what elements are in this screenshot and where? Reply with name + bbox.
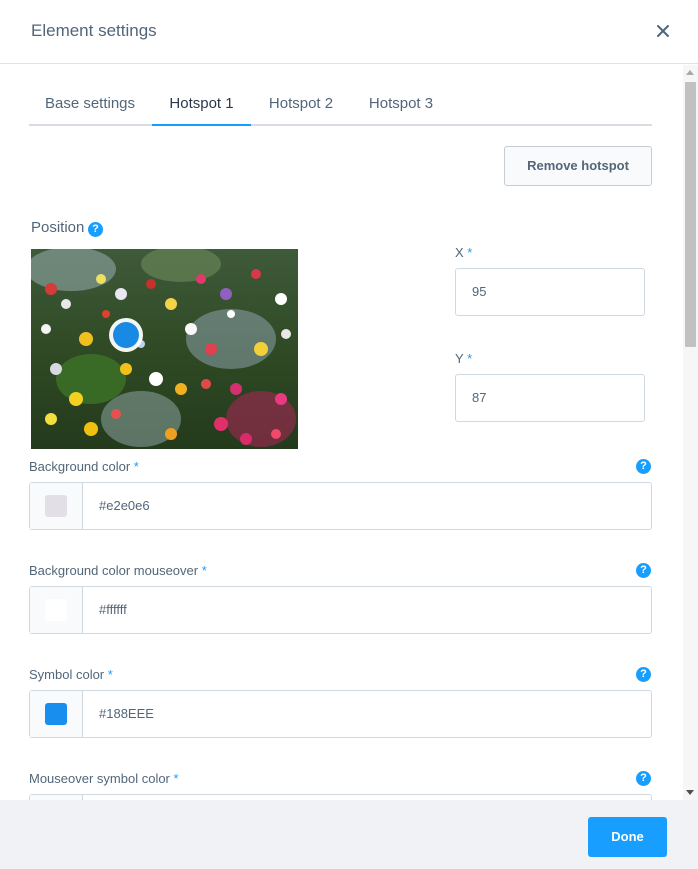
background-color-value[interactable]: #e2e0e6 <box>99 483 150 529</box>
mouseover-symbol-color-label: Mouseover symbol color * <box>29 771 179 786</box>
x-input[interactable]: 95 <box>455 268 645 316</box>
hotspot-marker-dot <box>113 322 139 348</box>
background-color-mouseover-value[interactable]: #ffffff <box>99 587 127 633</box>
close-icon[interactable] <box>652 20 674 42</box>
y-label-text: Y <box>455 351 464 366</box>
color-picker-trigger[interactable] <box>30 483 83 529</box>
required-mark: * <box>467 351 473 366</box>
symbol-color-value[interactable]: #188EEE <box>99 691 154 737</box>
tab-hotspot-1[interactable]: Hotspot 1 <box>152 80 251 126</box>
color-picker-trigger[interactable] <box>30 691 83 737</box>
modal-body: Base settings Hotspot 1 Hotspot 2 Hotspo… <box>0 65 683 800</box>
mouseover-symbol-color-label-text: Mouseover symbol color <box>29 771 170 786</box>
hotspot-marker[interactable] <box>109 318 143 352</box>
scroll-down-icon[interactable] <box>686 790 694 795</box>
color-picker-trigger[interactable] <box>30 587 83 633</box>
background-color-swatch <box>45 495 67 517</box>
hotspot-image[interactable] <box>31 249 298 449</box>
tab-hotspot-2[interactable]: Hotspot 2 <box>251 80 351 126</box>
position-label: Position <box>31 219 85 236</box>
modal-footer: Done <box>0 800 698 869</box>
position-help-icon[interactable]: ? <box>88 222 103 237</box>
background-color-mouseover-help-icon[interactable]: ? <box>636 563 651 578</box>
modal-header: Element settings <box>0 0 698 64</box>
done-button[interactable]: Done <box>588 817 667 857</box>
mouseover-symbol-color-help-icon[interactable]: ? <box>636 771 651 786</box>
flower-bed-image <box>31 249 298 449</box>
background-color-mouseover-field[interactable]: #ffffff <box>29 586 652 634</box>
required-mark: * <box>107 667 113 682</box>
required-mark: * <box>467 245 473 260</box>
scrollbar[interactable] <box>683 65 698 800</box>
background-color-field[interactable]: #e2e0e6 <box>29 482 652 530</box>
modal-title: Element settings <box>31 21 157 40</box>
tab-base-settings[interactable]: Base settings <box>29 80 151 126</box>
background-color-mouseover-swatch <box>45 599 67 621</box>
symbol-color-field[interactable]: #188EEE <box>29 690 652 738</box>
background-color-label-text: Background color <box>29 459 131 474</box>
scrollbar-thumb[interactable] <box>685 82 696 347</box>
y-label: Y * <box>455 351 472 366</box>
tab-hotspot-3[interactable]: Hotspot 3 <box>351 80 451 126</box>
background-color-label: Background color * <box>29 459 139 474</box>
required-mark: * <box>173 771 179 786</box>
remove-hotspot-button[interactable]: Remove hotspot <box>504 146 652 186</box>
symbol-color-label: Symbol color * <box>29 667 113 682</box>
tab-bar: Base settings Hotspot 1 Hotspot 2 Hotspo… <box>29 80 652 126</box>
background-color-mouseover-label: Background color mouseover * <box>29 563 207 578</box>
symbol-color-swatch <box>45 703 67 725</box>
background-color-help-icon[interactable]: ? <box>636 459 651 474</box>
background-color-mouseover-label-text: Background color mouseover <box>29 563 199 578</box>
required-mark: * <box>201 563 207 578</box>
scroll-up-icon[interactable] <box>686 70 694 75</box>
symbol-color-help-icon[interactable]: ? <box>636 667 651 682</box>
y-input[interactable]: 87 <box>455 374 645 422</box>
x-label-text: X <box>455 245 464 260</box>
x-label: X * <box>455 245 472 260</box>
symbol-color-label-text: Symbol color <box>29 667 105 682</box>
required-mark: * <box>133 459 139 474</box>
